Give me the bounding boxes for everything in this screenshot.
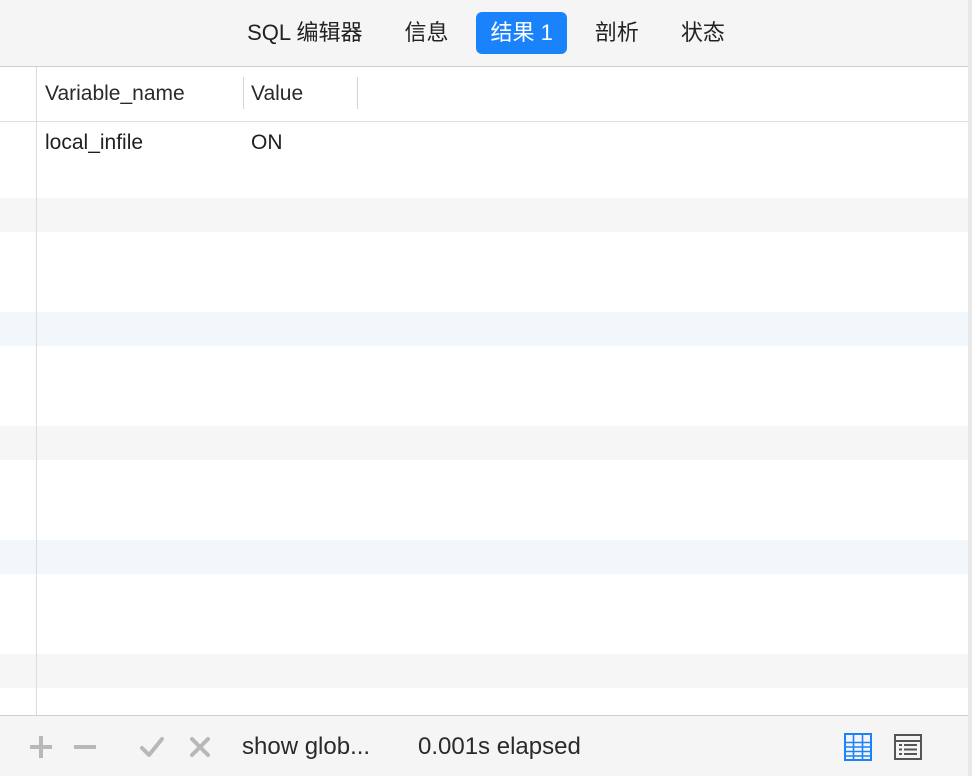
column-header-value[interactable]: Value xyxy=(243,67,357,121)
row-stripe xyxy=(0,426,972,460)
status-elapsed-text: 0.001s elapsed xyxy=(418,733,581,760)
check-icon[interactable] xyxy=(139,734,165,760)
table-row[interactable]: local_infile ON xyxy=(0,122,972,164)
tab-list: SQL 编辑器 信息 结果 1 剖析 状态 xyxy=(0,0,972,66)
status-toolbar: show glob... 0.001s elapsed xyxy=(0,715,972,776)
status-query-text: show glob... xyxy=(242,733,371,760)
tab-info[interactable]: 信息 xyxy=(390,12,462,54)
x-icon[interactable] xyxy=(187,734,213,760)
tab-result-1[interactable]: 结果 1 xyxy=(476,12,567,54)
tab-status[interactable]: 状态 xyxy=(667,12,739,54)
column-header-row: Variable_name Value xyxy=(0,67,972,122)
cell-variable-name[interactable]: local_infile xyxy=(37,122,243,164)
row-stripe xyxy=(0,198,972,232)
column-divider[interactable] xyxy=(357,77,358,109)
grid-view-icon[interactable] xyxy=(843,732,873,762)
tab-sql-editor[interactable]: SQL 编辑器 xyxy=(233,12,376,54)
results-window: SQL 编辑器 信息 结果 1 剖析 状态 Variable_name Valu… xyxy=(0,0,972,776)
result-grid[interactable]: Variable_name Value local_infile ON xyxy=(0,67,972,715)
cell-value[interactable]: ON xyxy=(243,122,357,164)
row-stripe xyxy=(0,312,972,346)
window-edge xyxy=(968,0,972,776)
row-stripe xyxy=(0,540,972,574)
form-view-icon[interactable] xyxy=(893,732,923,762)
tab-profile[interactable]: 剖析 xyxy=(581,12,653,54)
row-stripe xyxy=(0,654,972,688)
column-header-variable-name[interactable]: Variable_name xyxy=(37,67,243,121)
plus-icon[interactable] xyxy=(28,734,54,760)
tab-bar: SQL 编辑器 信息 结果 1 剖析 状态 xyxy=(0,0,972,67)
row-number-gutter-divider xyxy=(36,67,37,715)
minus-icon[interactable] xyxy=(72,734,98,760)
